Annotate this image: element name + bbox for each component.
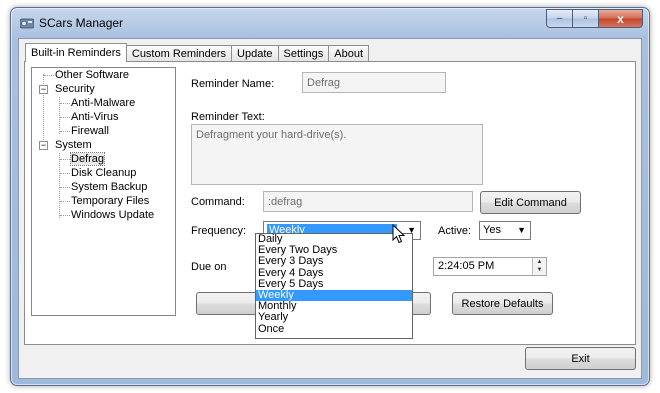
tree-item-label: System Backup: [71, 181, 148, 193]
active-select[interactable]: Yes ▼: [479, 221, 531, 240]
tree-item-label: System: [55, 139, 92, 151]
tab-update[interactable]: Update: [231, 45, 279, 62]
due-on-label: Due on: [191, 261, 227, 273]
active-selected-value: Yes: [483, 224, 501, 236]
tree-connector: [60, 159, 70, 160]
due-time-value: 2:24:05 PM: [438, 260, 495, 272]
frequency-label: Frequency:: [191, 225, 247, 237]
collapse-icon[interactable]: −: [39, 85, 48, 94]
tree-item-label: Anti-Malware: [71, 97, 136, 109]
time-spinner[interactable]: ▲ ▼: [532, 258, 546, 275]
reminder-tree[interactable]: Other Software − Security Anti-Malware A…: [31, 67, 176, 316]
tab-custom-reminders[interactable]: Custom Reminders: [125, 45, 233, 62]
frequency-option[interactable]: Every 3 Days: [256, 256, 412, 267]
tree-item-label: Security: [55, 83, 95, 95]
tree-item-security[interactable]: Security: [55, 83, 95, 97]
command-field[interactable]: :defrag: [263, 191, 473, 212]
tree-item-label: Anti-Virus: [71, 111, 119, 123]
tree-connector: [60, 131, 70, 132]
spin-up-icon[interactable]: ▲: [533, 258, 546, 266]
title-bar[interactable]: SCars Manager – ▫ x: [11, 8, 649, 38]
tree-item-label: Windows Update: [71, 209, 155, 221]
tree-connector: [60, 103, 70, 104]
tree-item-label: Other Software: [55, 69, 129, 81]
minimize-button[interactable]: –: [546, 9, 573, 28]
frequency-option[interactable]: Yearly: [256, 312, 412, 323]
frequency-dropdown-list[interactable]: Daily Every Two Days Every 3 Days Every …: [255, 233, 413, 339]
reminder-text-field[interactable]: Defragment your hard-drive(s).: [191, 124, 483, 185]
tree-connector: [60, 201, 70, 202]
tab-settings[interactable]: Settings: [277, 45, 330, 62]
tab-about[interactable]: About: [328, 45, 369, 62]
chevron-down-icon: ▼: [517, 225, 526, 235]
tree-item-label: Defrag: [69, 152, 106, 166]
mouse-cursor-icon: [392, 224, 406, 244]
tree-item-anti-malware[interactable]: Anti-Malware: [71, 97, 135, 111]
tree-item-temporary-files[interactable]: Temporary Files: [71, 195, 149, 209]
spin-down-icon[interactable]: ▼: [533, 266, 546, 274]
edit-command-button[interactable]: Edit Command: [480, 191, 581, 214]
tree-connector: [60, 117, 70, 118]
tree-connector: [60, 187, 70, 188]
tree-item-label: Disk Cleanup: [71, 167, 137, 179]
reminder-text-label: Reminder Text:: [191, 111, 265, 123]
reminder-name-label: Reminder Name:: [191, 78, 275, 90]
tree-item-disk-cleanup[interactable]: Disk Cleanup: [71, 167, 136, 181]
tree-connector: [59, 153, 60, 218]
tree-item-defrag[interactable]: Defrag: [69, 152, 106, 167]
restore-defaults-button[interactable]: Restore Defaults: [452, 292, 553, 315]
active-label: Active:: [438, 225, 472, 237]
tree-item-system[interactable]: System: [55, 139, 92, 153]
tree-connector: [44, 75, 54, 76]
tree-item-label: Temporary Files: [71, 195, 150, 207]
tree-item-firewall[interactable]: Firewall: [71, 125, 109, 139]
collapse-icon[interactable]: −: [39, 141, 48, 150]
tree-item-windows-update[interactable]: Windows Update: [71, 209, 154, 223]
close-button[interactable]: x: [599, 9, 643, 28]
tree-connector: [60, 173, 70, 174]
tree-item-system-backup[interactable]: System Backup: [71, 181, 147, 195]
tree-item-other-software[interactable]: Other Software: [55, 69, 129, 83]
command-label: Command:: [191, 196, 245, 208]
window-title: SCars Manager: [39, 16, 124, 30]
maximize-button[interactable]: ▫: [573, 9, 599, 28]
tab-built-in-reminders[interactable]: Built-in Reminders: [25, 43, 127, 62]
tree-item-label: Firewall: [71, 125, 109, 137]
tree-item-anti-virus[interactable]: Anti-Virus: [71, 111, 118, 125]
reminder-name-field[interactable]: Defrag: [302, 72, 446, 93]
tree-connector: [60, 215, 70, 216]
due-time-picker[interactable]: 2:24:05 PM ▲ ▼: [433, 257, 547, 276]
app-icon: [20, 18, 34, 29]
exit-button[interactable]: Exit: [525, 347, 636, 370]
tab-strip: Built-in Reminders Custom Reminders Upda…: [25, 43, 369, 62]
frequency-option[interactable]: Once: [256, 323, 412, 335]
